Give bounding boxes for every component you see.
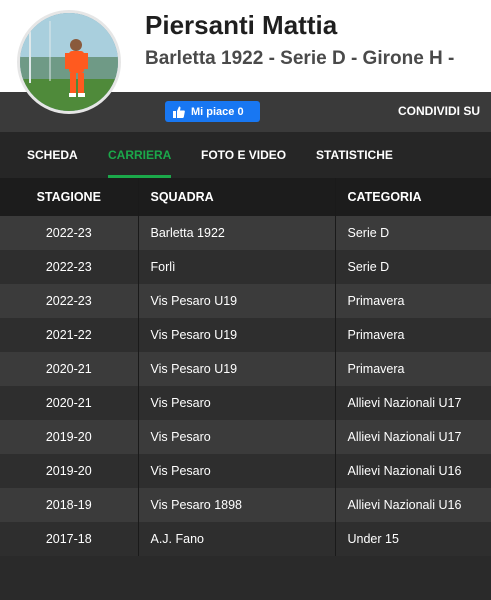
tab-scheda[interactable]: SCHEDA: [27, 132, 78, 178]
thumbs-up-icon: [173, 106, 185, 118]
category-cell: Primavera: [335, 352, 491, 386]
category-cell: Allievi Nazionali U17: [335, 386, 491, 420]
team-cell: Vis Pesaro: [138, 386, 336, 420]
tab-foto-e-video[interactable]: FOTO E VIDEO: [201, 132, 286, 178]
season-cell: 2021-22: [0, 318, 139, 352]
career-section: STAGIONE SQUADRA CATEGORIA 2022-23 Barlet…: [0, 178, 491, 600]
category-cell: Serie D: [335, 250, 491, 284]
player-name: Piersanti Mattia: [145, 10, 338, 40]
like-label: Mi piace 0: [191, 105, 244, 118]
career-row: 2022-23 Barletta 1922 Serie D: [0, 216, 491, 250]
season-cell: 2022-23: [0, 216, 139, 250]
profile-tabs: SCHEDA CARRIERA FOTO E VIDEO STATISTICHE: [0, 132, 491, 178]
season-cell: 2020-21: [0, 386, 139, 420]
season-cell: 2019-20: [0, 420, 139, 454]
team-cell: Vis Pesaro U19: [138, 352, 336, 386]
career-table-header: STAGIONE SQUADRA CATEGORIA: [0, 178, 491, 216]
category-cell: Primavera: [335, 284, 491, 318]
career-row: 2017-18 A.J. Fano Under 15: [0, 522, 491, 556]
facebook-like-button[interactable]: Mi piace 0: [165, 101, 260, 122]
team-cell: Vis Pesaro 1898: [138, 488, 336, 522]
team-cell: Vis Pesaro U19: [138, 318, 336, 352]
team-cell: Vis Pesaro: [138, 454, 336, 488]
column-header-squadra: SQUADRA: [138, 178, 336, 216]
team-cell: A.J. Fano: [138, 522, 336, 556]
career-row: 2018-19 Vis Pesaro 1898 Allievi Nazionali …: [0, 488, 491, 522]
player-team-league: Barletta 1922 - Serie D - Girone H -: [145, 48, 455, 69]
season-cell: 2017-18: [0, 522, 139, 556]
player-photo: [17, 10, 121, 114]
category-cell: Allievi Nazionali U16: [335, 488, 491, 522]
career-row: 2020-21 Vis Pesaro U19 Primavera: [0, 352, 491, 386]
career-row: 2019-20 Vis Pesaro Allievi Nazionali U17: [0, 420, 491, 454]
column-header-stagione: STAGIONE: [0, 178, 139, 216]
category-cell: Primavera: [335, 318, 491, 352]
career-row: 2019-20 Vis Pesaro Allievi Nazionali U16: [0, 454, 491, 488]
share-label[interactable]: CONDIVIDI SU: [398, 104, 480, 118]
career-table: STAGIONE SQUADRA CATEGORIA 2022-23 Barlet…: [0, 178, 491, 556]
team-cell: Barletta 1922: [138, 216, 336, 250]
team-cell: Vis Pesaro: [138, 420, 336, 454]
category-cell: Allievi Nazionali U16: [335, 454, 491, 488]
team-cell: Vis Pesaro U19: [138, 284, 336, 318]
season-cell: 2022-23: [0, 284, 139, 318]
tab-statistiche[interactable]: STATISTICHE: [316, 132, 393, 178]
career-row: 2022-23 Forlì Serie D: [0, 250, 491, 284]
team-cell: Forlì: [138, 250, 336, 284]
season-cell: 2019-20: [0, 454, 139, 488]
career-row: 2021-22 Vis Pesaro U19 Primavera: [0, 318, 491, 352]
profile-header: Piersanti Mattia Barletta 1922 - Serie D…: [0, 0, 491, 114]
season-cell: 2020-21: [0, 352, 139, 386]
tab-carriera[interactable]: CARRIERA: [108, 132, 172, 178]
category-cell: Serie D: [335, 216, 491, 250]
category-cell: Allievi Nazionali U17: [335, 420, 491, 454]
column-header-categoria: CATEGORIA: [335, 178, 491, 216]
season-cell: 2022-23: [0, 250, 139, 284]
career-row: 2020-21 Vis Pesaro Allievi Nazionali U17: [0, 386, 491, 420]
career-row: 2022-23 Vis Pesaro U19 Primavera: [0, 284, 491, 318]
category-cell: Under 15: [335, 522, 491, 556]
season-cell: 2018-19: [0, 488, 139, 522]
